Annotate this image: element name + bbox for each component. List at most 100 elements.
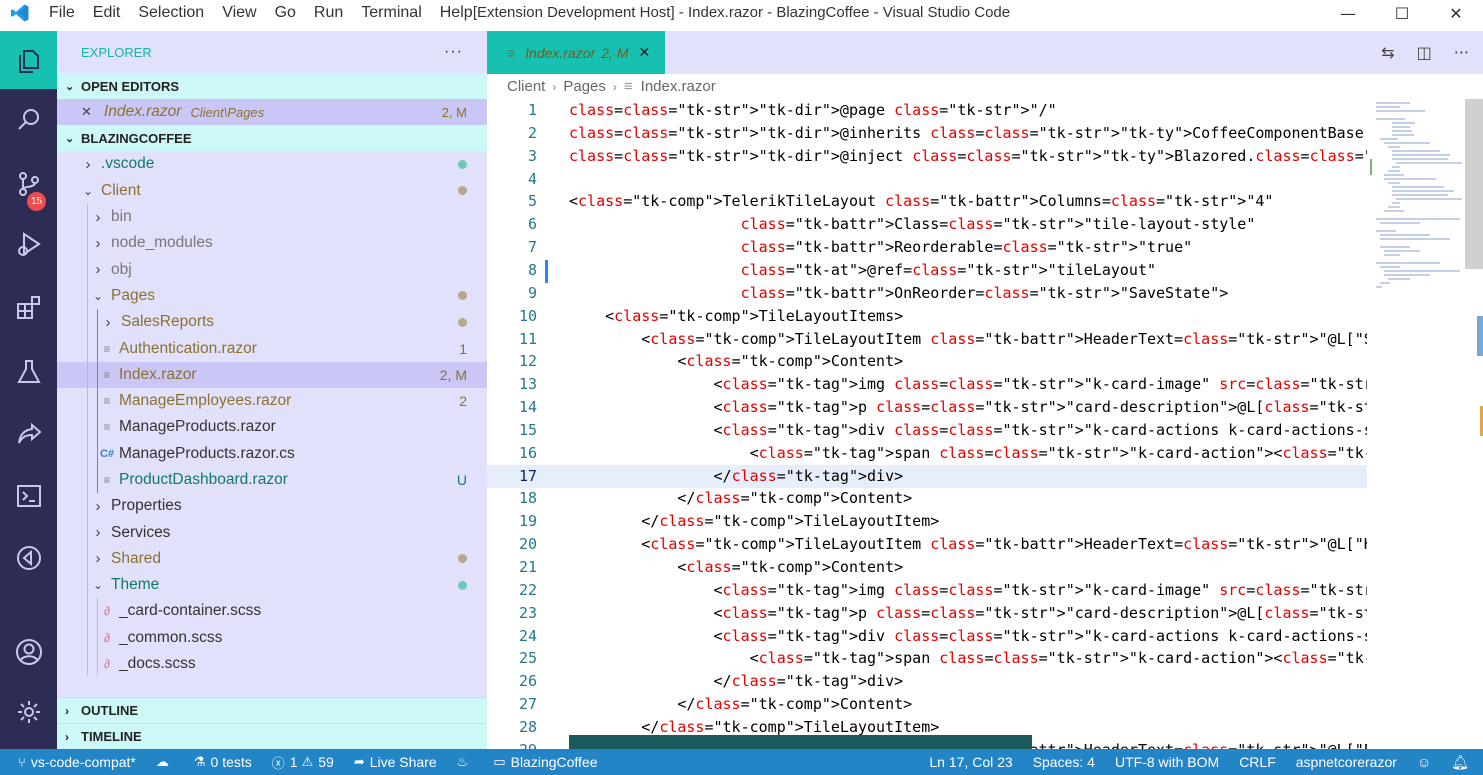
tree-folder[interactable]: › Properties	[57, 493, 487, 520]
tree-folder[interactable]: › Shared	[57, 545, 487, 573]
tree-file[interactable]: ∂ _common.scss	[57, 624, 487, 651]
close-tab-icon[interactable]: ✕	[638, 44, 650, 61]
tree-folder[interactable]: › bin	[57, 203, 487, 231]
tree-file[interactable]: ≡ ManageProducts.razor	[57, 414, 487, 441]
search-icon[interactable]	[0, 91, 57, 149]
code-line[interactable]: 18 </class="tk-comp">Content>	[487, 487, 1367, 510]
code-line[interactable]: 10 <class="tk-comp">TileLayoutItems>	[487, 305, 1367, 328]
more-actions-icon[interactable]: ···	[444, 43, 463, 61]
tree-folder[interactable]: › obj	[57, 256, 487, 283]
language-mode[interactable]: aspnetcorerazor	[1286, 754, 1407, 770]
code-line[interactable]: 13 <class="tk-tag">img class=class="tk-s…	[487, 373, 1367, 396]
code-line[interactable]: 19 </class="tk-comp">TileLayoutItem>	[487, 510, 1367, 533]
code-line[interactable]: 6 class="tk-battr">Class=class="tk-str">…	[487, 213, 1367, 236]
code-line[interactable]: 2 class=class="tk-str">"tk-dir">@inherits…	[487, 122, 1367, 145]
maximize-button[interactable]: ☐	[1375, 0, 1429, 26]
menu-run[interactable]: Run	[305, 4, 352, 22]
menu-view[interactable]: View	[213, 4, 265, 22]
code-editor[interactable]: 1 class=class="tk-str">"tk-dir">@page cla…	[487, 99, 1367, 749]
breadcrumb-pages[interactable]: Pages	[563, 78, 606, 95]
code-line[interactable]: 14 <class="tk-tag">p class=class="tk-str…	[487, 396, 1367, 419]
tree-folder[interactable]: ⌄ Pages	[57, 282, 487, 310]
menu-terminal[interactable]: Terminal	[352, 4, 430, 22]
code-line[interactable]: 11 <class="tk-comp">TileLayoutItem class…	[487, 328, 1367, 351]
workspace-status[interactable]: ▭ BlazingCoffee	[483, 754, 607, 770]
code-line[interactable]: 26 </class="tk-tag">div>	[487, 670, 1367, 693]
open-changes-icon[interactable]: ⇆	[1381, 43, 1394, 62]
tree-file[interactable]: ≡ Authentication.razor 1	[57, 335, 487, 362]
feedback-icon[interactable]: ☺	[1407, 754, 1441, 770]
flame-status[interactable]: ♨	[447, 754, 484, 770]
live-share-icon[interactable]	[0, 405, 57, 463]
close-window-button[interactable]: ✕	[1429, 0, 1483, 26]
tree-file[interactable]: ∂ _card-container.scss	[57, 598, 487, 625]
code-line[interactable]: 7 class="tk-battr">Reorderable=class="tk…	[487, 236, 1367, 259]
tree-folder[interactable]: › node_modules	[57, 230, 487, 257]
terminal-icon[interactable]	[0, 467, 57, 525]
tree-file[interactable]: C# ManageProducts.razor.cs	[57, 440, 487, 467]
code-line[interactable]: 4	[487, 168, 1367, 191]
vertical-scrollbar[interactable]	[1465, 99, 1483, 269]
tree-folder[interactable]: › .vscode	[57, 151, 487, 177]
code-line[interactable]: 25 <class="tk-tag">span class=class="tk-…	[487, 647, 1367, 670]
source-control-icon[interactable]: 15	[0, 155, 57, 213]
extensions-icon[interactable]	[0, 279, 57, 337]
code-line[interactable]: 22 <class="tk-tag">img class=class="tk-s…	[487, 579, 1367, 602]
tree-folder[interactable]: › SalesReports	[57, 309, 487, 336]
sync-status[interactable]: ☁	[146, 754, 184, 770]
open-editor-item[interactable]: ✕ Index.razor Client\Pages 2, M	[57, 99, 487, 126]
tests-status[interactable]: ⚗ 0 tests	[184, 754, 262, 770]
problems-status[interactable]: ⓧ 1 ⚠ 59	[262, 753, 344, 772]
code-line[interactable]: 21 <class="tk-comp">Content>	[487, 556, 1367, 579]
timeline-header[interactable]: › TIMELINE	[57, 723, 487, 749]
code-line[interactable]: 23 <class="tk-tag">p class=class="tk-str…	[487, 602, 1367, 625]
indentation[interactable]: Spaces: 4	[1023, 754, 1105, 770]
branch-status[interactable]: ⑂ vs-code-compat*	[0, 754, 146, 770]
minimize-button[interactable]: —	[1321, 0, 1375, 26]
code-line[interactable]: 27 </class="tk-comp">Content>	[487, 693, 1367, 716]
workspace-header[interactable]: ⌄ BLAZINGCOFFEE	[57, 125, 487, 152]
code-line[interactable]: 16 <class="tk-tag">span class=class="tk-…	[487, 442, 1367, 465]
code-line[interactable]: 3 class=class="tk-str">"tk-dir">@inject c…	[487, 145, 1367, 168]
horizontal-scrollbar[interactable]	[569, 735, 1032, 749]
code-line[interactable]: 5 <class="tk-comp">TelerikTileLayout clas…	[487, 190, 1367, 213]
open-editors-header[interactable]: ⌄ OPEN EDITORS	[57, 73, 487, 99]
outline-header[interactable]: › OUTLINE	[57, 697, 487, 723]
menu-file[interactable]: File	[40, 4, 84, 22]
menu-edit[interactable]: Edit	[84, 4, 130, 22]
code-line[interactable]: 9 class="tk-battr">OnReorder=class="tk-s…	[487, 282, 1367, 305]
breadcrumb-client[interactable]: Client	[507, 78, 545, 95]
tree-file[interactable]: ∂ _docs.scss	[57, 650, 487, 676]
breadcrumb-file[interactable]: Index.razor	[641, 78, 716, 95]
tree-file[interactable]: ≡ ManageEmployees.razor 2	[57, 387, 487, 415]
settings-gear-icon[interactable]	[0, 683, 57, 741]
remote-icon[interactable]	[0, 529, 57, 587]
live-share-status[interactable]: ➦ Live Share	[344, 754, 447, 770]
tree-file[interactable]: ≡ ProductDashboard.razor U	[57, 466, 487, 494]
tree-folder[interactable]: ⌄ Client	[57, 178, 487, 204]
tree-folder[interactable]: › Services	[57, 519, 487, 546]
code-line[interactable]: 15 <class="tk-tag">div class=class="tk-s…	[487, 419, 1367, 442]
menu-help[interactable]: Help	[431, 4, 482, 22]
encoding[interactable]: UTF-8 with BOM	[1105, 754, 1229, 770]
testing-icon[interactable]	[0, 343, 57, 401]
code-line[interactable]: 8 class="tk-at">@ref=class="tk-str">"til…	[487, 259, 1367, 282]
split-editor-icon[interactable]: ◫	[1417, 43, 1432, 62]
code-line[interactable]: 1 class=class="tk-str">"tk-dir">@page cla…	[487, 99, 1367, 122]
tree-folder[interactable]: ⌄ Theme	[57, 572, 487, 599]
code-line[interactable]: 20 <class="tk-comp">TileLayoutItem class…	[487, 533, 1367, 556]
menu-selection[interactable]: Selection	[129, 4, 213, 22]
more-actions-icon[interactable]: ···	[1454, 43, 1469, 62]
notifications-icon[interactable]: 🔔︎	[1441, 754, 1483, 771]
code-line[interactable]: 24 <class="tk-tag">div class=class="tk-s…	[487, 625, 1367, 648]
code-line[interactable]: 12 <class="tk-comp">Content>	[487, 350, 1367, 373]
minimap[interactable]	[1370, 99, 1465, 299]
accounts-icon[interactable]	[0, 623, 57, 681]
run-debug-icon[interactable]	[0, 215, 57, 273]
menu-go[interactable]: Go	[266, 4, 305, 22]
tree-file[interactable]: ≡ Index.razor 2, M	[57, 361, 487, 388]
tab-index-razor[interactable]: ≡ Index.razor 2, M ✕	[487, 31, 665, 74]
cursor-position[interactable]: Ln 17, Col 23	[919, 754, 1022, 770]
code-line[interactable]: 17 </class="tk-tag">div>	[487, 464, 1367, 488]
explorer-icon[interactable]	[0, 31, 57, 89]
